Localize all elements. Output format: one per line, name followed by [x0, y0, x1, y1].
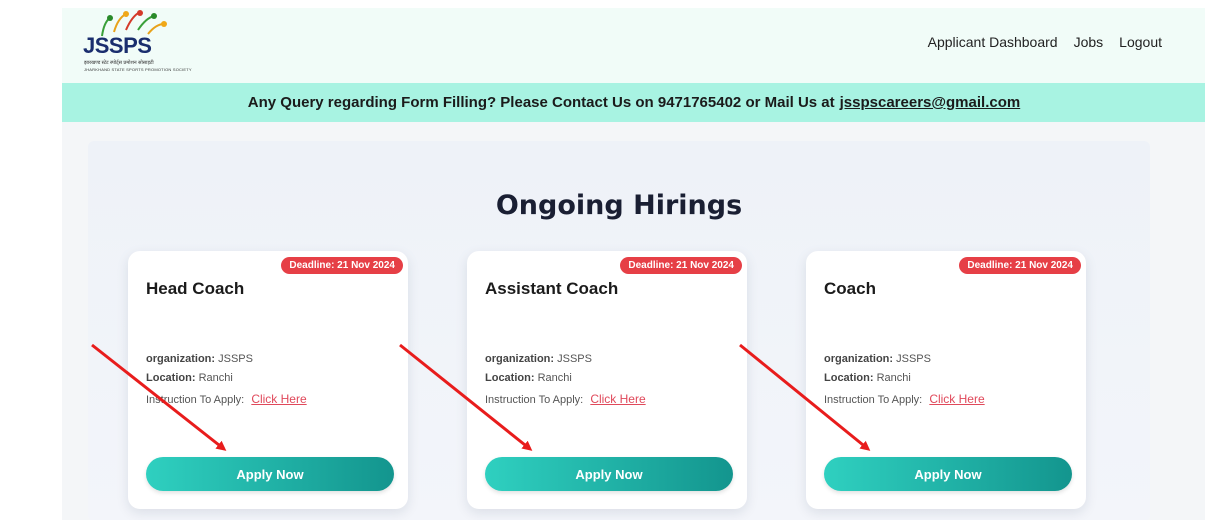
nav-logout[interactable]: Logout — [1119, 34, 1162, 50]
deadline-badge: Deadline: 21 Nov 2024 — [959, 257, 1081, 274]
apply-now-button[interactable]: Apply Now — [824, 457, 1072, 491]
nav-jobs[interactable]: Jobs — [1074, 34, 1104, 50]
notice-email-link[interactable]: jsspscareers@gmail.com — [840, 94, 1021, 111]
notice-text: Any Query regarding Form Filling? Please… — [247, 94, 835, 111]
organization-row: organization: JSSPS — [146, 353, 253, 365]
instruction-label: Instruction To Apply: — [824, 394, 923, 406]
instruction-label: Instruction To Apply: — [146, 394, 245, 406]
organization-row: organization: JSSPS — [485, 353, 592, 365]
job-card-head-coach: Head Coach Deadline: 21 Nov 2024 organiz… — [128, 251, 408, 509]
job-title: Head Coach — [146, 279, 245, 298]
instruction-click-here-link[interactable]: Click Here — [929, 392, 984, 406]
logo-subtitle-hindi: झारखण्ड स्टेट स्पोर्ट्स प्रमोशन सोसाइटी — [84, 60, 154, 66]
logo-subtitle-english: JHARKHAND STATE SPORTS PROMOTION SOCIETY — [84, 67, 192, 72]
jssps-logo[interactable]: JSSPS झारखण्ड स्टेट स्पोर्ट्स प्रमोशन सो… — [80, 10, 192, 80]
page-title: Ongoing Hirings — [495, 190, 743, 221]
location-value: Ranchi — [198, 372, 233, 384]
location-label: Location: — [824, 372, 874, 384]
organization-label: organization: — [485, 353, 555, 365]
job-title: Assistant Coach — [485, 279, 619, 298]
apply-now-button[interactable]: Apply Now — [146, 457, 394, 491]
app-window: JSSPS झारखण्ड स्टेट स्पोर्ट्स प्रमोशन सो… — [62, 8, 1205, 520]
location-label: Location: — [146, 372, 196, 384]
organization-label: organization: — [824, 353, 894, 365]
organization-row: organization: JSSPS — [824, 353, 931, 365]
instruction-label: Instruction To Apply: — [485, 394, 584, 406]
organization-value: JSSPS — [557, 353, 592, 365]
logo-wordmark: JSSPS — [83, 33, 152, 58]
job-card-assistant-coach: Assistant Coach Deadline: 21 Nov 2024 or… — [467, 251, 747, 509]
instruction-click-here-link[interactable]: Click Here — [251, 392, 306, 406]
apply-now-button[interactable]: Apply Now — [485, 457, 733, 491]
organization-value: JSSPS — [218, 353, 253, 365]
job-title: Coach — [824, 279, 876, 298]
instruction-row: Instruction To Apply: Click Here — [824, 392, 985, 406]
location-value: Ranchi — [876, 372, 911, 384]
location-row: Location: Ranchi — [146, 372, 233, 384]
deadline-badge: Deadline: 21 Nov 2024 — [620, 257, 742, 274]
screenshot-frame: JSSPS झारखण्ड स्टेट स्पोर्ट्स प्रमोशन सो… — [0, 0, 1205, 520]
organization-value: JSSPS — [896, 353, 931, 365]
instruction-row: Instruction To Apply: Click Here — [485, 392, 646, 406]
location-label: Location: — [485, 372, 535, 384]
location-value: Ranchi — [537, 372, 572, 384]
organization-label: organization: — [146, 353, 216, 365]
site-header: JSSPS झारखण्ड स्टेट स्पोर्ट्स प्रमोशन सो… — [62, 8, 1205, 83]
location-row: Location: Ranchi — [824, 372, 911, 384]
job-card-coach: Coach Deadline: 21 Nov 2024 organization… — [806, 251, 1086, 509]
nav-applicant-dashboard[interactable]: Applicant Dashboard — [928, 34, 1058, 50]
query-notice-bar: Any Query regarding Form Filling? Please… — [62, 83, 1205, 122]
hirings-section: Ongoing Hirings Head Coach Deadline: 21 … — [88, 141, 1150, 520]
instruction-click-here-link[interactable]: Click Here — [590, 392, 645, 406]
location-row: Location: Ranchi — [485, 372, 572, 384]
instruction-row: Instruction To Apply: Click Here — [146, 392, 307, 406]
deadline-badge: Deadline: 21 Nov 2024 — [281, 257, 403, 274]
main-nav: Applicant Dashboard Jobs Logout — [928, 34, 1162, 50]
